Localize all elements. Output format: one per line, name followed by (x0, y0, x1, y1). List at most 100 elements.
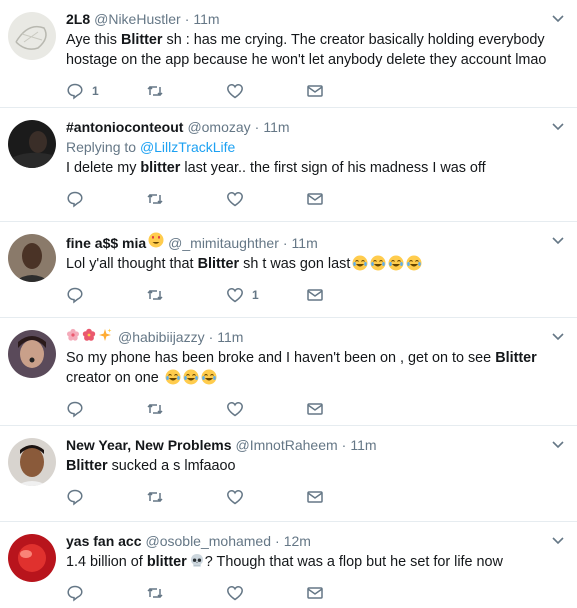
user-handle[interactable]: @osoble_mohamed (146, 532, 272, 550)
timestamp[interactable]: 12m (284, 532, 311, 550)
tweet[interactable]: New Year, New Problems @ImnotRaheem · 11… (0, 426, 577, 522)
tweet-header: 2L8 @NikeHustler · 11m (66, 10, 220, 28)
chevron-down-icon[interactable] (551, 438, 565, 452)
replying-to: Replying to @LillzTrackLife (66, 139, 236, 155)
reply-button[interactable] (66, 584, 146, 602)
tweet-header: New Year, New Problems @ImnotRaheem · 11… (66, 436, 377, 454)
avatar[interactable] (8, 234, 56, 282)
user-handle[interactable]: @_mimitaughther (168, 234, 279, 252)
display-name[interactable]: fine a$$ mia (66, 234, 146, 252)
retweet-button[interactable] (146, 400, 226, 418)
display-name[interactable]: New Year, New Problems (66, 436, 232, 454)
reply-icon (67, 287, 83, 304)
reply-button[interactable] (66, 190, 146, 208)
envelope-icon (307, 587, 323, 599)
retweet-button[interactable] (146, 584, 226, 602)
cherry-blossom-emoji-icon (67, 328, 79, 341)
like-button[interactable] (226, 82, 306, 100)
retweet-icon (147, 193, 163, 205)
tweet-actions: 1 (66, 74, 565, 108)
reply-button[interactable] (66, 400, 146, 418)
direct-message-button[interactable] (306, 190, 386, 208)
retweet-button[interactable] (146, 286, 226, 304)
heart-icon (227, 192, 243, 207)
like-button[interactable] (226, 488, 306, 506)
tweet-text: So my phone has been broke and I haven't… (66, 350, 537, 386)
timestamp[interactable]: 11m (292, 234, 318, 252)
tweet-text: Blitter sucked a s lmfaaoo (66, 458, 236, 474)
retweet-button[interactable] (146, 82, 226, 100)
tweet[interactable]: @habibiijazzy · 11m So my phone has been… (0, 318, 577, 426)
reply-icon (67, 489, 83, 506)
avatar[interactable] (8, 534, 56, 582)
user-handle[interactable]: @omozay (187, 118, 250, 136)
tweet[interactable]: 2L8 @NikeHustler · 11m Aye this Blitter … (0, 0, 577, 108)
display-name[interactable]: 2L8 (66, 10, 90, 28)
retweet-icon (147, 403, 163, 415)
heart-icon (227, 586, 243, 601)
reply-count: 1 (92, 84, 99, 98)
like-button[interactable] (226, 400, 306, 418)
retweet-icon (147, 289, 163, 301)
reply-button[interactable]: 1 (66, 82, 146, 100)
laughing-tears-emoji-icon (352, 255, 368, 271)
tweet-text: Aye this Blitter sh : has me crying. The… (66, 32, 547, 68)
like-button[interactable] (226, 584, 306, 602)
timestamp[interactable]: 11m (350, 436, 376, 454)
envelope-icon (307, 193, 323, 205)
user-handle[interactable]: @NikeHustler (94, 10, 181, 28)
direct-message-button[interactable] (306, 82, 386, 100)
timestamp[interactable]: 11m (217, 328, 243, 346)
heart-eyes-emoji-icon (148, 232, 164, 248)
avatar[interactable] (8, 120, 56, 168)
laughing-tears-emoji-icon (165, 369, 181, 385)
sparkles-emoji-icon (99, 328, 112, 341)
chevron-down-icon[interactable] (551, 534, 565, 548)
chevron-down-icon[interactable] (551, 120, 565, 134)
reply-button[interactable] (66, 488, 146, 506)
heart-icon (227, 490, 243, 505)
display-name[interactable]: yas fan acc (66, 532, 142, 550)
reply-button[interactable] (66, 286, 146, 304)
laughing-tears-emoji-icon (388, 255, 404, 271)
user-handle[interactable]: @habibiijazzy (118, 328, 205, 346)
laughing-tears-emoji-icon (201, 369, 217, 385)
display-name[interactable]: #antonioconteout (66, 118, 183, 136)
replying-to-link[interactable]: @LillzTrackLife (140, 139, 235, 155)
retweet-button[interactable] (146, 190, 226, 208)
heart-icon (227, 288, 243, 303)
avatar[interactable] (8, 12, 56, 60)
reply-icon (67, 585, 83, 602)
like-button[interactable] (226, 190, 306, 208)
tweet-feed: 2L8 @NikeHustler · 11m Aye this Blitter … (0, 0, 577, 608)
tweet-text: I delete my blitter last year.. the firs… (66, 160, 486, 176)
envelope-icon (307, 403, 323, 415)
tweet[interactable]: #antonioconteout @omozay · 11m Replying … (0, 108, 577, 222)
timestamp[interactable]: 11m (263, 118, 289, 136)
timestamp[interactable]: 11m (193, 10, 219, 28)
envelope-icon (307, 85, 323, 97)
tweet[interactable]: fine a$$ mia @_mimitaughther · 11m Lol y… (0, 222, 577, 318)
skull-emoji-icon (190, 554, 203, 567)
direct-message-button[interactable] (306, 584, 386, 602)
direct-message-button[interactable] (306, 488, 386, 506)
reply-icon (67, 191, 83, 208)
user-handle[interactable]: @ImnotRaheem (236, 436, 338, 454)
avatar[interactable] (8, 330, 56, 378)
laughing-tears-emoji-icon (370, 255, 386, 271)
retweet-icon (147, 491, 163, 503)
chevron-down-icon[interactable] (551, 12, 565, 26)
tweet-actions (66, 182, 565, 216)
reply-icon (67, 83, 83, 100)
like-button[interactable]: 1 (226, 286, 306, 304)
heart-icon (227, 84, 243, 99)
retweet-button[interactable] (146, 488, 226, 506)
chevron-down-icon[interactable] (551, 330, 565, 344)
reply-icon (67, 401, 83, 418)
tweet[interactable]: yas fan acc @osoble_mohamed · 12m 1.4 bi… (0, 522, 577, 608)
avatar[interactable] (8, 438, 56, 486)
chevron-down-icon[interactable] (551, 234, 565, 248)
tweet-header: #antonioconteout @omozay · 11m (66, 118, 290, 136)
direct-message-button[interactable] (306, 286, 386, 304)
direct-message-button[interactable] (306, 400, 386, 418)
